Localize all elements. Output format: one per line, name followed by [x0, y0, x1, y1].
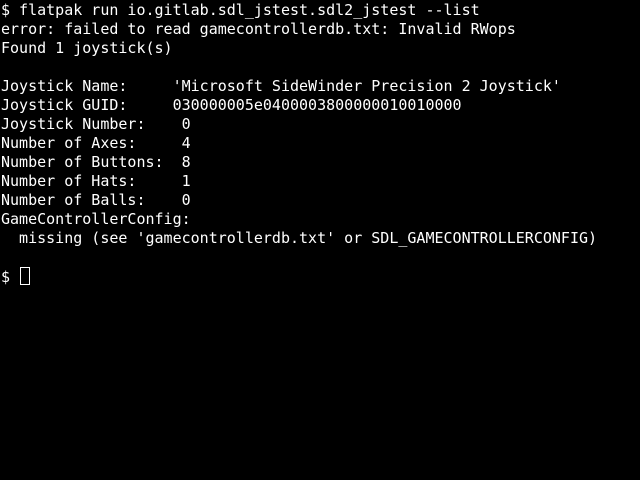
- error-line: error: failed to read gamecontrollerdb.t…: [1, 20, 516, 38]
- output-line-hats: Number of Hats: 1: [1, 172, 191, 190]
- prompt-text: $: [1, 268, 20, 286]
- output-line-joystick-guid: Joystick GUID: 030000005e040000380000001…: [1, 96, 462, 114]
- block-cursor-icon: [20, 267, 31, 285]
- output-line-found: Found 1 joystick(s): [1, 39, 173, 57]
- output-line-joystick-name: Joystick Name: 'Microsoft SideWinder Pre…: [1, 77, 561, 95]
- output-line-axes: Number of Axes: 4: [1, 134, 191, 152]
- output-line-buttons: Number of Buttons: 8: [1, 153, 191, 171]
- terminal-window[interactable]: $ flatpak run io.gitlab.sdl_jstest.sdl2_…: [0, 0, 640, 480]
- output-line-missing-config: missing (see 'gamecontrollerdb.txt' or S…: [1, 229, 598, 247]
- prompt-line[interactable]: $: [1, 267, 640, 286]
- command-line: $ flatpak run io.gitlab.sdl_jstest.sdl2_…: [1, 1, 480, 19]
- output-line-gamecontrollerconfig: GameControllerConfig:: [1, 210, 191, 228]
- output-line-balls: Number of Balls: 0: [1, 191, 191, 209]
- output-line-joystick-number: Joystick Number: 0: [1, 115, 191, 133]
